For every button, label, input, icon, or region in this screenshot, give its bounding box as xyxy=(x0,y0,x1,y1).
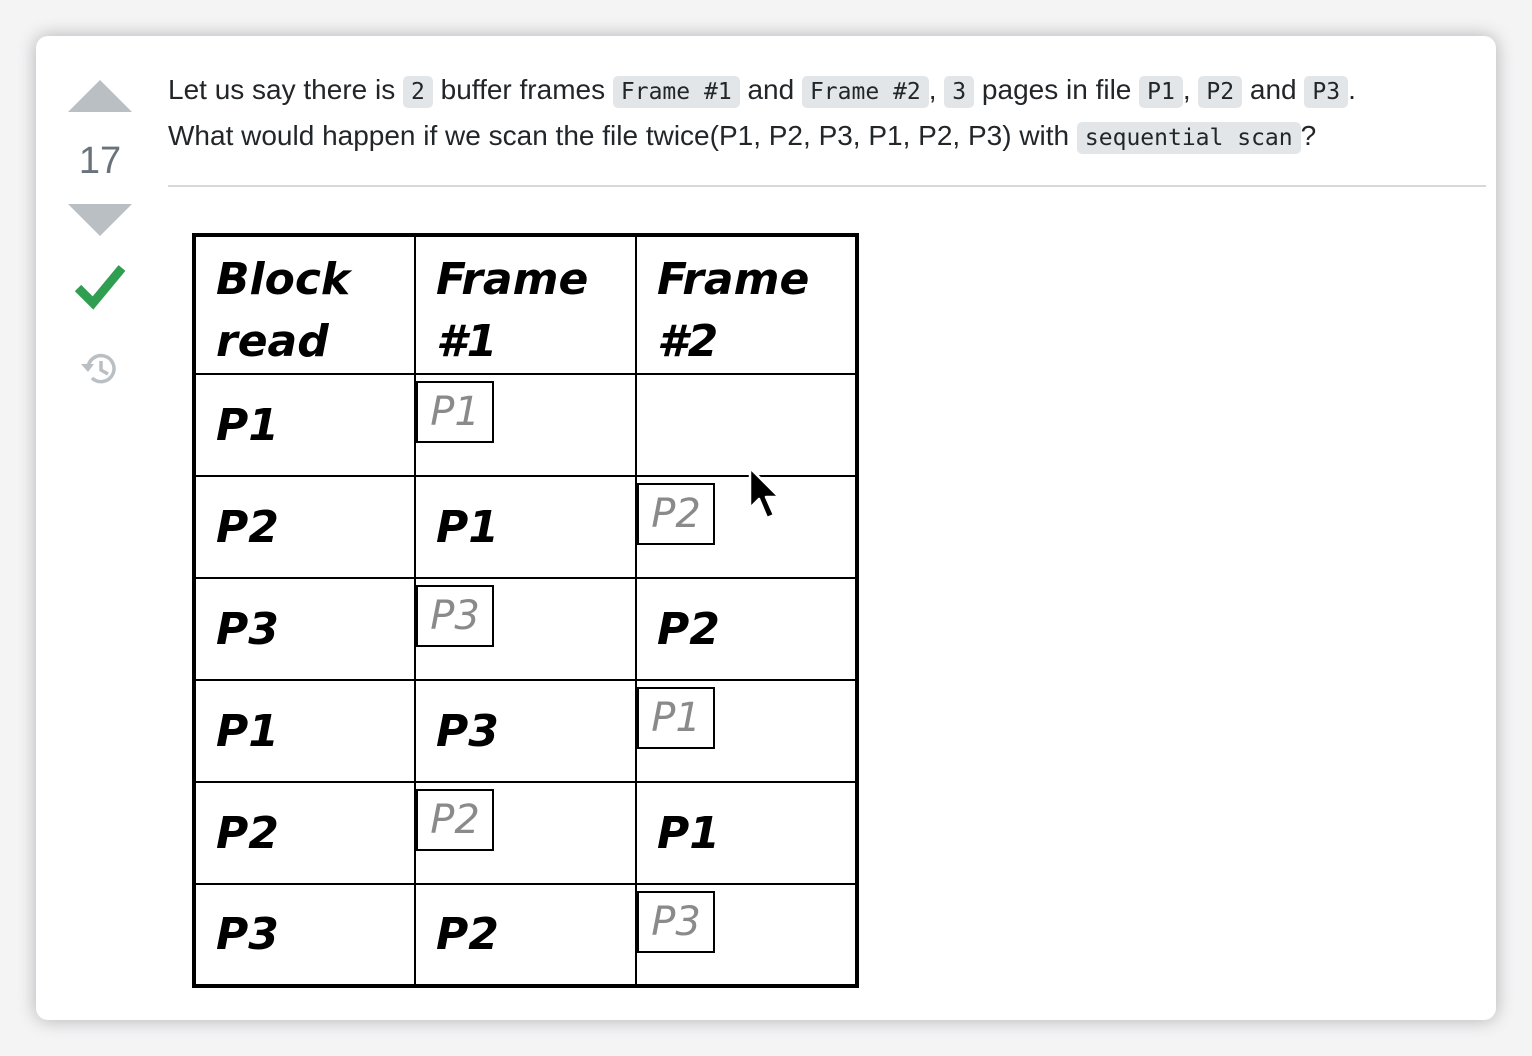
inline-code: 2 xyxy=(403,76,433,108)
table-row: P1 P3 P1 xyxy=(193,679,858,783)
cell-text: P2 xyxy=(436,909,499,960)
header-text: #1 xyxy=(436,316,498,367)
newly-loaded-page-box: P3 xyxy=(637,891,715,953)
vote-column: 17 xyxy=(64,80,136,394)
inline-code: P1 xyxy=(1139,76,1183,108)
table-header-row: Block read Frame #1 Frame #2 xyxy=(193,234,858,375)
table-cell-frame1: P2 xyxy=(414,883,637,987)
table-cell-block: P1 xyxy=(193,373,416,477)
buffer-table-image: Block read Frame #1 Frame #2 P1 P1 P2 P1 P2 P3 P3 P2 P… xyxy=(192,233,859,988)
inline-code: P2 xyxy=(1198,76,1243,108)
table-cell-frame2: P1 xyxy=(635,679,858,783)
header-text: Block xyxy=(216,254,351,305)
text-segment: pages in file xyxy=(974,74,1140,105)
table-row: P3 P3 P2 xyxy=(193,577,858,681)
newly-loaded-page-box: P1 xyxy=(637,687,715,749)
text-segment: ? xyxy=(1300,120,1317,151)
cell-text: P1 xyxy=(216,705,279,757)
inline-code: 3 xyxy=(944,76,975,108)
question-body: Let us say there is 2 buffer frames Fram… xyxy=(168,68,1486,160)
cell-text: P2 xyxy=(216,807,279,859)
table-cell-frame2: P1 xyxy=(635,781,858,885)
question-line-1: Let us say there is 2 buffer frames Fram… xyxy=(168,68,1486,114)
table-cell-block: P2 xyxy=(193,781,416,885)
cell-text: P1 xyxy=(216,399,279,451)
inline-code: Frame #1 xyxy=(612,76,740,108)
history-icon[interactable] xyxy=(79,349,121,394)
table-row: P1 P1 xyxy=(193,373,858,477)
text-segment: and xyxy=(1242,74,1305,105)
inline-code: P3 xyxy=(1304,76,1349,108)
table-cell-block: P3 xyxy=(193,577,416,681)
table-cell-block: P1 xyxy=(193,679,416,783)
text-segment: , xyxy=(1182,74,1199,105)
table-row: P2 P2 P1 xyxy=(193,781,858,885)
text-segment: , xyxy=(928,74,945,105)
cell-text: P3 xyxy=(436,705,499,757)
question-line-2: What would happen if we scan the file tw… xyxy=(168,114,1486,160)
cell-text: P2 xyxy=(657,603,720,655)
table-header-cell: Frame #1 xyxy=(414,234,637,375)
table-cell-frame2: P2 xyxy=(635,577,858,681)
table-cell-frame1: P3 xyxy=(414,679,637,783)
divider xyxy=(168,185,1486,187)
text-segment: buffer frames xyxy=(432,74,613,105)
buffer-frame-table: Block read Frame #1 Frame #2 P1 P1 P2 P1 P2 P3 P3 P2 P… xyxy=(192,233,859,988)
inline-code: sequential scan xyxy=(1076,122,1301,154)
post-card: 17 Let us say there is 2 buffer frames F… xyxy=(36,36,1496,1020)
downvote-arrow-icon[interactable] xyxy=(68,204,132,236)
inline-code: Frame #2 xyxy=(801,76,929,108)
text-segment: . xyxy=(1348,74,1356,105)
mouse-cursor-icon xyxy=(748,466,782,527)
cell-text: P2 xyxy=(216,501,279,553)
table-cell-block: P3 xyxy=(193,883,416,987)
vote-score: 17 xyxy=(78,140,122,182)
newly-loaded-page-box: P3 xyxy=(416,585,494,647)
header-text: Frame xyxy=(657,254,810,305)
table-row: P3 P2 P3 xyxy=(193,883,858,987)
table-cell-frame2 xyxy=(635,373,858,477)
header-text: read xyxy=(216,316,329,367)
cell-text: P3 xyxy=(216,909,279,960)
cell-text: P3 xyxy=(216,603,279,655)
table-header-cell: Frame #2 xyxy=(635,234,858,375)
text-segment: What would happen if we scan the file tw… xyxy=(168,120,1077,151)
table-cell-frame2: P3 xyxy=(635,883,858,987)
accepted-checkmark-icon xyxy=(74,264,126,315)
newly-loaded-page-box: P2 xyxy=(416,789,494,851)
table-cell-frame1: P2 xyxy=(414,781,637,885)
text-segment: and xyxy=(739,74,802,105)
text-segment: Let us say there is xyxy=(168,74,404,105)
table-cell-block: P2 xyxy=(193,475,416,579)
table-cell-frame1: P3 xyxy=(414,577,637,681)
table-cell-frame1: P1 xyxy=(414,373,637,477)
newly-loaded-page-box: P1 xyxy=(416,381,494,443)
cell-text: P1 xyxy=(436,501,499,553)
table-cell-frame1: P1 xyxy=(414,475,637,579)
upvote-arrow-icon[interactable] xyxy=(68,80,132,112)
table-cell-frame2: P2 xyxy=(635,475,858,579)
table-header-cell: Block read xyxy=(193,234,416,375)
newly-loaded-page-box: P2 xyxy=(637,483,715,545)
header-text: Frame xyxy=(436,254,589,305)
header-text: #2 xyxy=(657,316,719,367)
cell-text: P1 xyxy=(657,807,720,859)
